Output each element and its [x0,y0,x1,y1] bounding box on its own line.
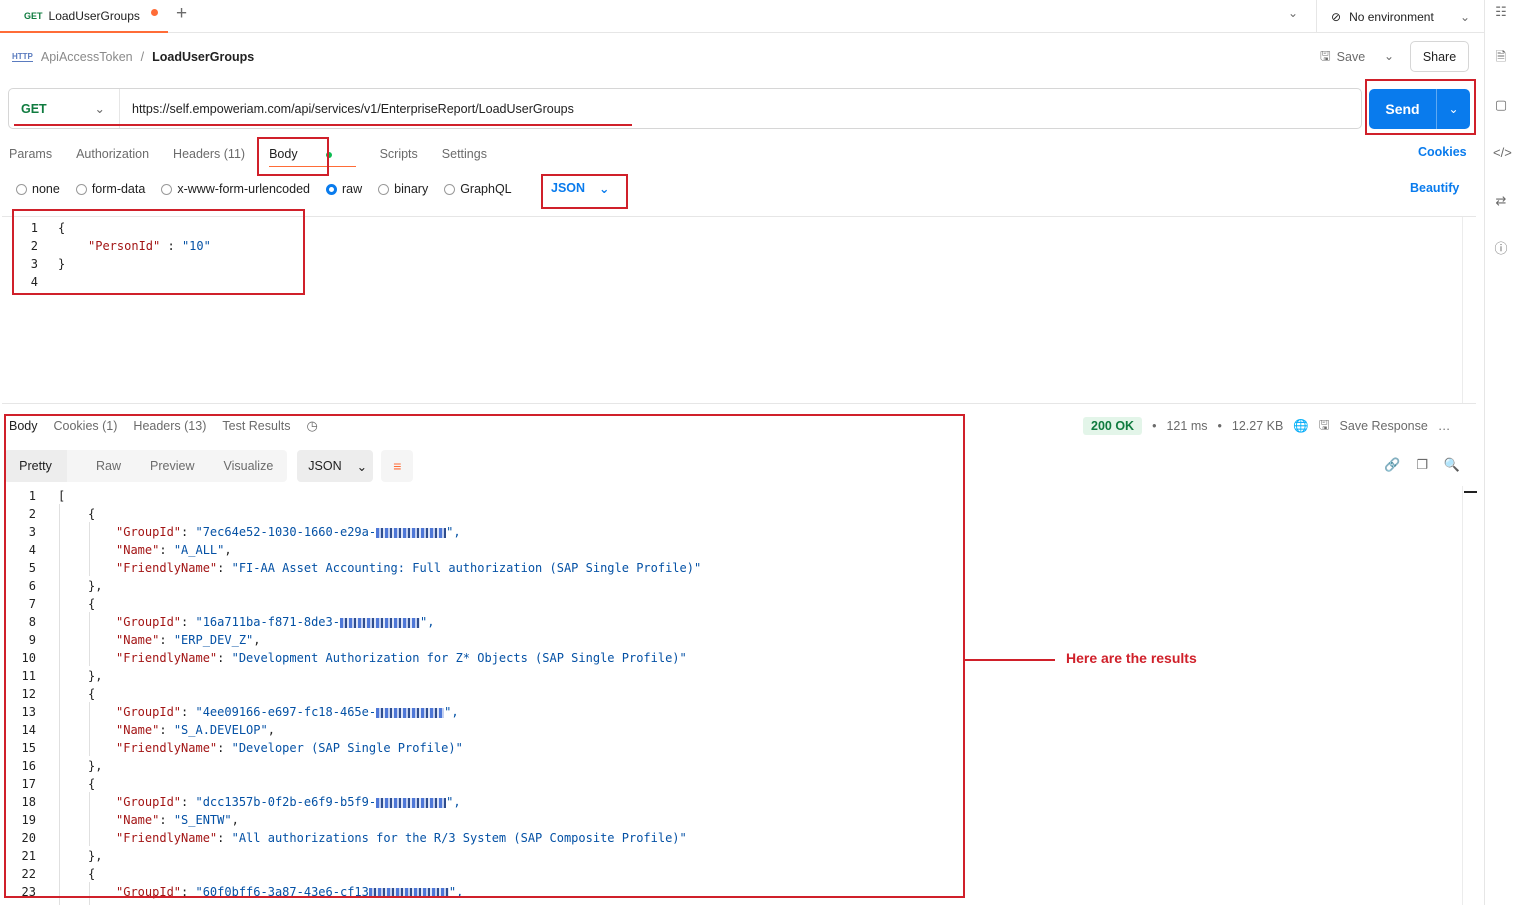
method-selector[interactable]: GET ⌄ [9,89,120,128]
response-scrollbar[interactable] [1462,486,1478,905]
unsaved-dot-icon [151,9,158,16]
breadcrumb-parent[interactable]: ApiAccessToken [41,50,133,64]
radio-label: form-data [91,182,146,196]
info-icon[interactable]: ⓘ [1493,241,1509,257]
status-separator-dot: • [1217,419,1222,433]
results-annotation: Here are the results [1066,650,1197,666]
json-selector-highlight-box [541,174,628,209]
breadcrumb-current[interactable]: LoadUserGroups [152,50,254,64]
more-options-icon[interactable]: … [1438,419,1451,433]
cookies-link[interactable]: Cookies [1418,145,1467,159]
url-input[interactable]: https://self.empoweriam.com/api/services… [120,102,574,116]
response-status: 200 OK • 121 ms • 12.27 KB 🌐 🖫 Save Resp… [1083,416,1450,436]
scrollbar-thumb[interactable] [1464,491,1477,493]
radio-graphql[interactable]: GraphQL [444,182,512,196]
tab-headers[interactable]: Headers (11) [173,147,245,161]
radio-circle-icon [378,183,390,195]
radio-label: GraphQL [460,182,512,196]
radio-urlencoded[interactable]: x-www-form-urlencoded [161,182,310,196]
environment-selector[interactable]: ⊘ No environment ⌄ [1316,0,1484,33]
radio-label: none [32,182,60,196]
code-icon[interactable]: </> [1493,145,1512,161]
response-actions: 🔗 ❐ 🔍 [1384,457,1460,473]
radio-label: x-www-form-urlencoded [177,182,310,196]
tab-strip: GET LoadUserGroups + ⌄ ⊘ No environment … [0,0,1484,33]
annotation-pointer-line [965,659,1055,661]
right-sidebar: ☷ 🗎 ▢ </> ⇄ ⓘ [1484,0,1516,905]
radio-binary[interactable]: binary [378,182,428,196]
tab-params[interactable]: Params [9,147,52,161]
url-underline-annotation [14,124,632,126]
save-button[interactable]: 🖫 Save [1320,45,1365,69]
save-response-icon: 🖫 [1318,417,1330,432]
globe-icon[interactable]: 🌐 [1293,419,1309,434]
comments-icon[interactable]: ▢ [1493,97,1509,113]
save-response-button[interactable]: Save Response [1340,419,1428,433]
method-chevron-down-icon: ⌄ [94,102,105,116]
share-button[interactable]: Share [1410,41,1469,72]
response-time[interactable]: 121 ms [1166,419,1207,433]
related-icon[interactable]: ⇄ [1493,193,1509,209]
breadcrumb: HTTP ApiAccessToken / LoadUserGroups [12,46,254,68]
beautify-button[interactable]: Beautify [1410,181,1459,195]
save-label: Save [1336,50,1366,64]
body-type-radios: none form-data x-www-form-urlencoded raw… [16,180,528,198]
radio-label: raw [342,182,363,196]
docs-icon[interactable]: 🗎 [1493,49,1509,65]
http-icon: HTTP [12,52,33,62]
send-highlight-box [1365,79,1476,135]
copy-link-icon[interactable]: 🔗 [1384,457,1400,473]
tab-method: GET [24,10,43,21]
save-icon: 🖫 [1320,48,1331,63]
response-highlight-box [4,414,965,898]
search-icon[interactable]: 🔍 [1444,457,1460,473]
no-environment-icon: ⊘ [1331,9,1342,24]
radio-raw[interactable]: raw [326,182,362,196]
tabs-chevron-down-icon[interactable]: ⌄ [1288,6,1298,20]
response-size[interactable]: 12.27 KB [1232,419,1283,433]
radio-circle-icon [75,183,87,195]
radio-circle-icon [161,183,173,195]
tab-title: LoadUserGroups [48,8,140,23]
body-tab-highlight-box [257,137,329,176]
environment-label: No environment [1349,9,1434,24]
breadcrumb-separator: / [140,50,145,64]
workspace-icon[interactable]: ☷ [1493,4,1509,20]
method-label: GET [21,101,47,116]
request-editor-scrollbar[interactable] [1462,217,1476,403]
radio-form-data[interactable]: form-data [75,182,146,196]
save-chevron-down-icon[interactable]: ⌄ [1384,49,1394,63]
radio-circle-icon [16,183,27,195]
request-tab[interactable]: GET LoadUserGroups [0,0,168,33]
status-separator-dot: • [1152,419,1157,433]
request-body-highlight-box [12,209,305,295]
new-tab-plus-icon[interactable]: + [176,4,187,24]
copy-icon[interactable]: ❐ [1416,457,1428,473]
tab-settings[interactable]: Settings [442,147,487,161]
tab-scripts[interactable]: Scripts [380,147,418,161]
radio-circle-icon [444,183,456,195]
tab-authorization[interactable]: Authorization [76,147,149,161]
radio-label: binary [394,182,429,196]
radio-selected-icon [326,183,337,195]
status-badge[interactable]: 200 OK [1083,417,1143,435]
environment-chevron-down-icon: ⌄ [1459,9,1470,24]
url-bar: GET ⌄ https://self.empoweriam.com/api/se… [8,88,1362,129]
radio-none[interactable]: none [16,182,60,196]
